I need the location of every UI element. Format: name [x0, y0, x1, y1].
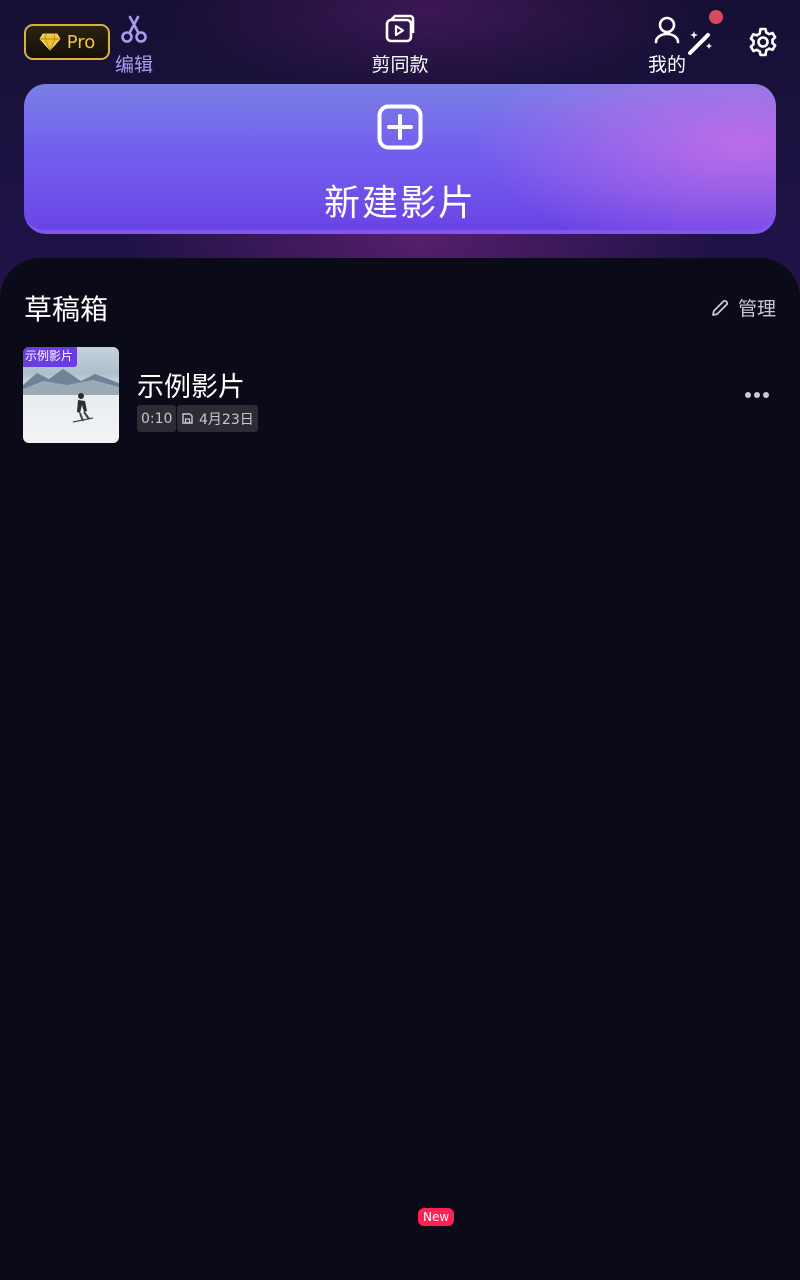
tab-profile[interactable]: 我的	[607, 14, 727, 77]
sample-tag: 示例影片	[23, 347, 78, 367]
new-project-button[interactable]: 新建影片	[24, 84, 776, 234]
tab-edit-label: 编辑	[114, 54, 153, 76]
new-badge: New	[418, 1208, 455, 1226]
diamond-icon	[39, 33, 61, 51]
duration-chip: 0:10	[137, 405, 177, 432]
bottom-tab-bar	[0, 1196, 800, 1280]
drafts-title: 草稿箱	[24, 293, 109, 326]
scissors-icon	[121, 15, 147, 43]
tab-profile-label: 我的	[647, 54, 686, 76]
new-project-label: 新建影片	[323, 183, 476, 224]
draft-thumbnail[interactable]: 示例影片	[23, 347, 119, 443]
settings-icon	[749, 27, 777, 57]
tab-edit[interactable]: 编辑	[74, 14, 194, 77]
user-icon	[654, 16, 680, 44]
draft-item[interactable]: 示例影片 示例影片 0:10 4月23日	[23, 347, 777, 443]
tab-templates[interactable]: 剪同款	[340, 14, 460, 77]
plus-square-icon	[377, 104, 423, 150]
template-video-icon	[385, 14, 415, 43]
draft-title: 示例影片	[137, 372, 245, 403]
date-label: 4月23日	[199, 411, 254, 428]
tab-templates-label: 剪同款	[371, 54, 429, 76]
date-chip: 4月23日	[177, 405, 258, 432]
save-icon	[182, 413, 193, 424]
more-options-icon[interactable]	[743, 385, 771, 405]
skier-image	[72, 393, 94, 423]
manage-button[interactable]: 管理	[710, 294, 776, 321]
pencil-icon	[712, 299, 729, 316]
duration-label: 0:10	[141, 410, 173, 427]
settings-button[interactable]	[743, 22, 783, 62]
manage-label: 管理	[737, 298, 776, 320]
